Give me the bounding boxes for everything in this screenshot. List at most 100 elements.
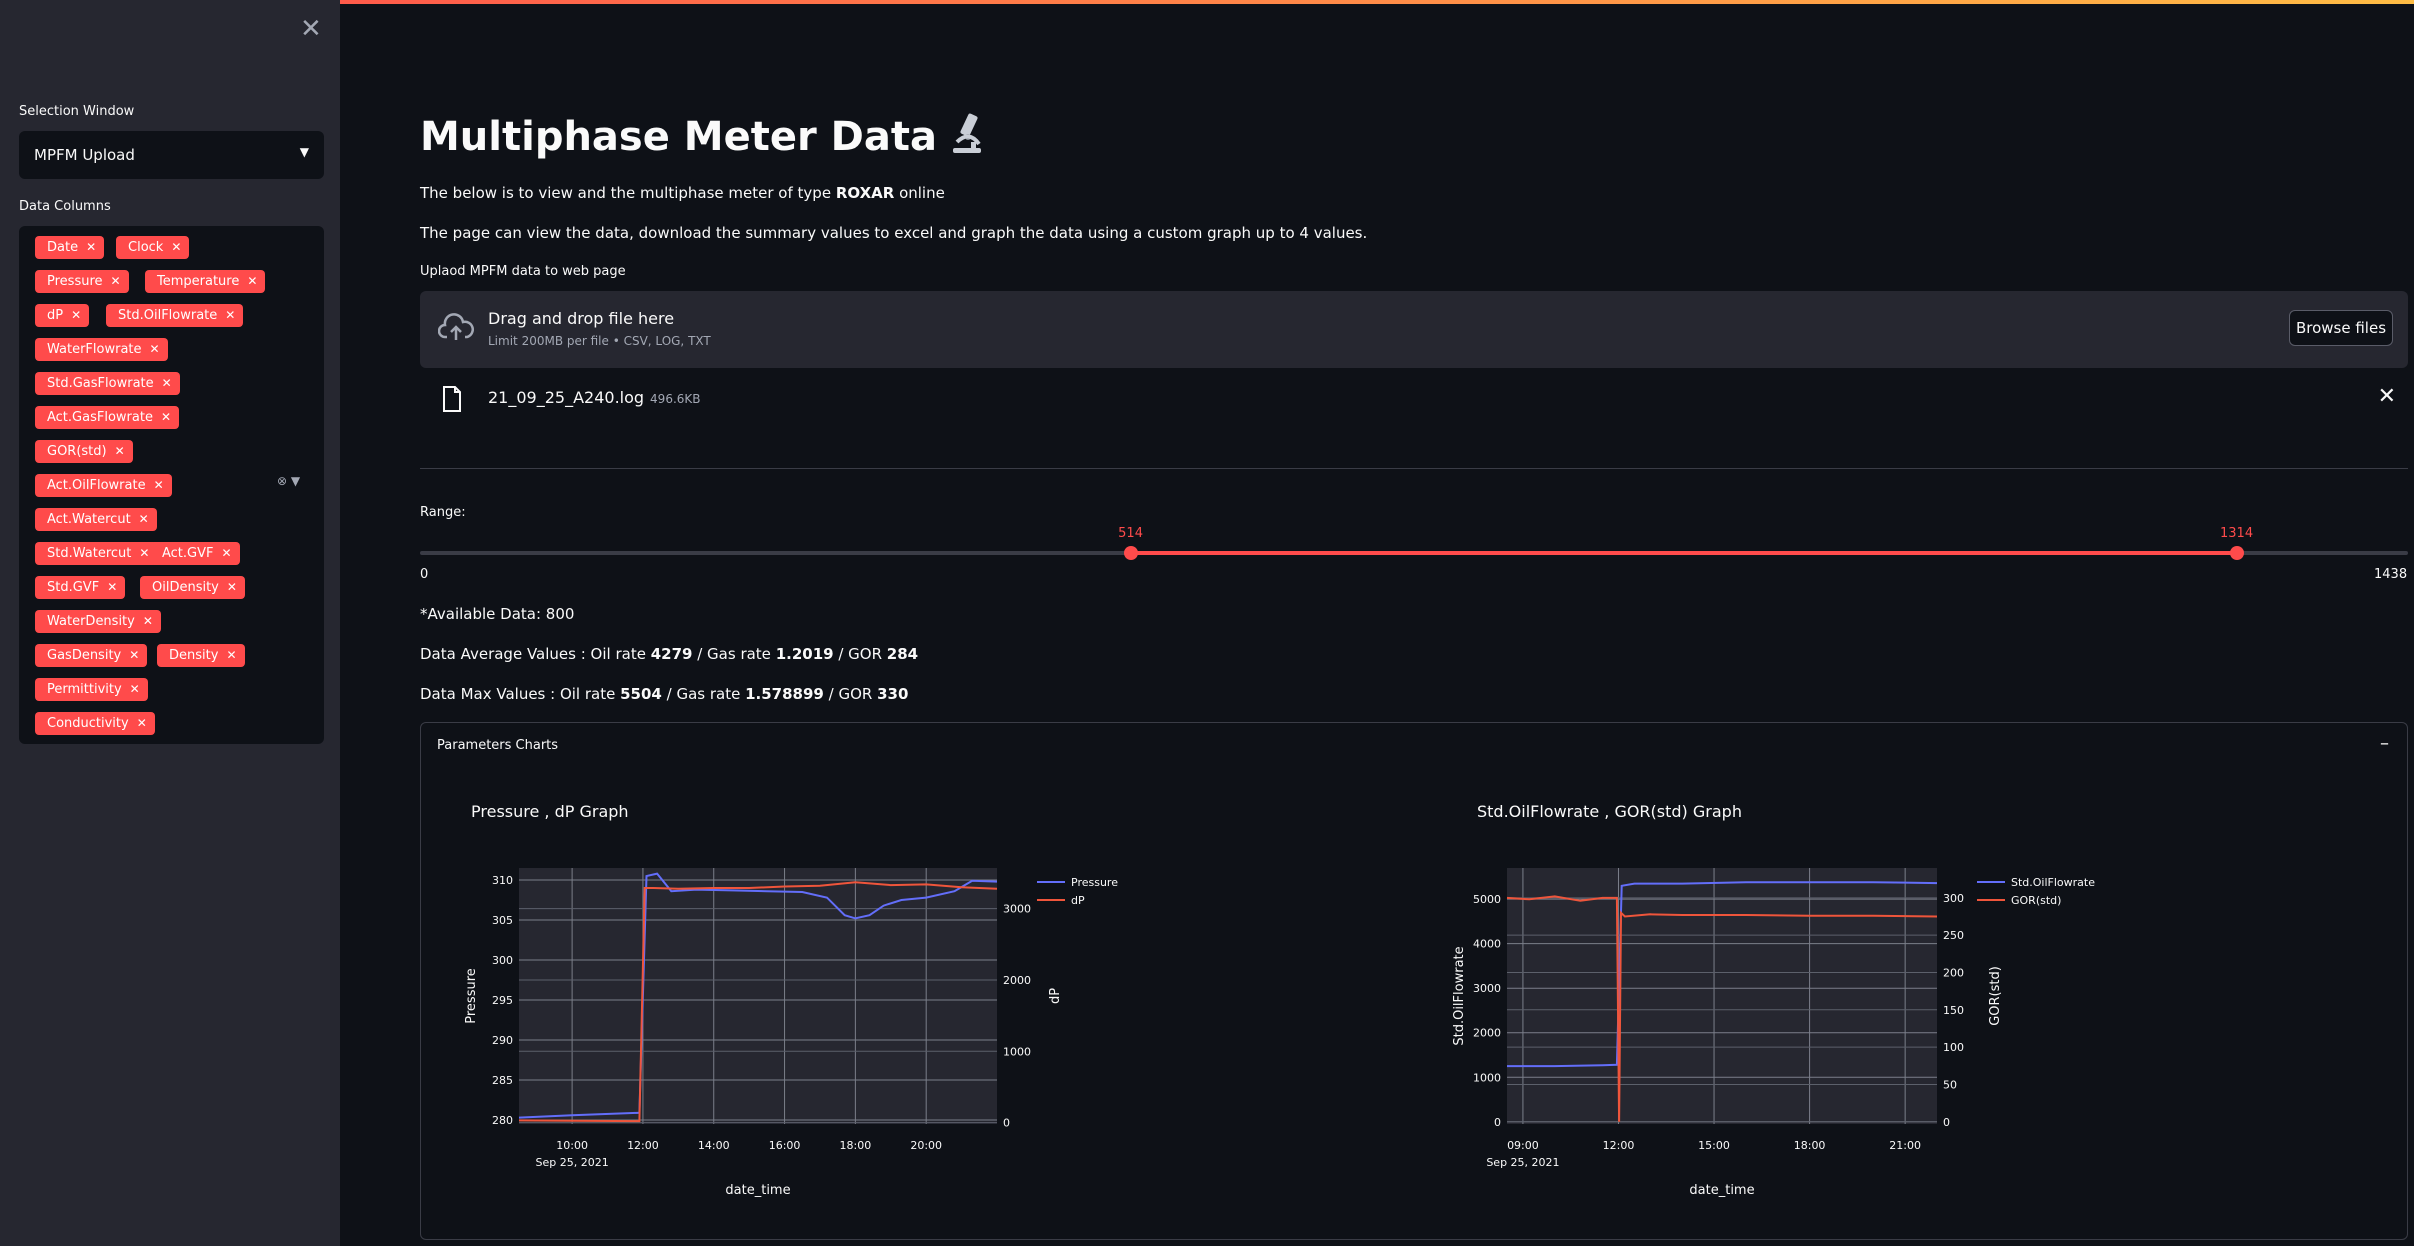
column-tag: Std.OilFlowrate ✕: [106, 304, 244, 327]
y-right-tick-label: 150: [1943, 1004, 1964, 1017]
remove-tag-icon[interactable]: ✕: [130, 682, 140, 696]
divider: [420, 468, 2408, 469]
remove-tag-icon[interactable]: ✕: [171, 240, 181, 254]
x-tick-label: 15:00: [1698, 1139, 1730, 1152]
column-tag: Permittivity ✕: [35, 678, 148, 701]
column-tag-label: OilDensity: [152, 580, 219, 595]
remove-tag-icon[interactable]: ✕: [226, 648, 236, 662]
column-tag: OilDensity ✕: [140, 576, 245, 599]
column-tag: dP ✕: [35, 304, 90, 327]
remove-tag-icon[interactable]: ✕: [154, 478, 164, 492]
file-icon: [442, 386, 462, 416]
cloud-upload-icon: [437, 313, 474, 347]
sidebar: ✕ Selection Window MPFM Upload ▼ Data Co…: [0, 0, 340, 1246]
remove-tag-icon[interactable]: ✕: [139, 546, 149, 560]
column-tag: GasDensity ✕: [35, 644, 148, 667]
column-tag-label: Std.OilFlowrate: [118, 308, 218, 323]
y-left-tick-label: 5000: [1473, 893, 1501, 906]
upload-label: Uplaod MPFM data to web page: [420, 264, 626, 279]
page-title: Multiphase Meter Data: [420, 112, 987, 166]
column-tag: Std.GasFlowrate ✕: [35, 372, 180, 395]
column-tag: Act.OilFlowrate ✕: [35, 474, 172, 497]
selection-window-value: MPFM Upload: [34, 146, 135, 164]
pressure-dp-chart: Pressure , dP Graph 10:00 12:00 14:00 16:00 1…: [464, 802, 1118, 1198]
x-tick-label: 20:00: [910, 1139, 942, 1152]
selection-window-select[interactable]: MPFM Upload ▼: [19, 131, 324, 179]
chart-title: Std.OilFlowrate , GOR(std) Graph: [1477, 802, 1742, 821]
column-tag: Conductivity ✕: [35, 712, 155, 735]
selection-window-label: Selection Window: [19, 104, 135, 119]
range-slider-high-handle[interactable]: [2229, 546, 2244, 560]
x-tick-label: 10:00: [556, 1139, 588, 1152]
legend-label: dP: [1071, 894, 1085, 907]
remove-tag-icon[interactable]: ✕: [150, 342, 160, 356]
average-values-text: Data Average Values : Oil rate 4279 / Ga…: [420, 645, 919, 663]
remove-tag-icon[interactable]: ✕: [86, 240, 96, 254]
column-tag-label: WaterDensity: [47, 614, 135, 629]
x-tick-label: 18:00: [1794, 1139, 1826, 1152]
column-tag: Pressure ✕: [35, 270, 129, 293]
remove-tag-icon[interactable]: ✕: [71, 308, 81, 322]
legend-label: Pressure: [1071, 876, 1118, 889]
file-dropzone[interactable]: Drag and drop file here Limit 200MB per …: [420, 291, 2408, 368]
column-tag: Act.Watercut ✕: [35, 508, 157, 531]
remove-tag-icon[interactable]: ✕: [137, 716, 147, 730]
remove-tag-icon[interactable]: ✕: [107, 580, 117, 594]
y-right-tick-label: 1000: [1003, 1045, 1031, 1058]
y-right-tick-label: 300: [1943, 892, 1964, 905]
top-progress-line: [0, 0, 2414, 4]
remove-tag-icon[interactable]: ✕: [162, 376, 172, 390]
y-left-tick-label: 285: [492, 1074, 513, 1087]
remove-tag-icon[interactable]: ✕: [225, 308, 235, 322]
x-date-label: Sep 25, 2021: [536, 1156, 609, 1169]
browse-files-button[interactable]: Browse files: [2289, 310, 2393, 346]
column-tag-label: Act.Watercut: [47, 512, 131, 527]
y-left-tick-label: 305: [492, 914, 513, 927]
x-tick-label: 12:00: [627, 1139, 659, 1152]
column-tag-label: Date: [47, 240, 79, 255]
x-axis-label: date_time: [1689, 1183, 1754, 1198]
y-right-tick-label: 250: [1943, 929, 1964, 942]
column-tag: Density ✕: [157, 644, 245, 667]
chevron-down-icon: ▼: [299, 145, 309, 159]
y-left-tick-label: 0: [1494, 1116, 1501, 1129]
column-tag-label: Permittivity: [47, 682, 122, 697]
remove-tag-icon[interactable]: ✕: [247, 274, 257, 288]
x-tick-label: 12:00: [1603, 1139, 1635, 1152]
data-columns-multiselect[interactable]: ⊗ ▼ Date ✕ Clock ✕ Pressure ✕ Temperature ✕ dP ✕ S…: [19, 226, 324, 744]
y-left-tick-label: 4000: [1473, 938, 1501, 951]
file-size: 496.6KB: [650, 392, 701, 406]
dropzone-limit: Limit 200MB per file • CSV, LOG, TXT: [488, 334, 711, 348]
x-axis-label: date_time: [725, 1183, 790, 1198]
column-tag-label: Act.GVF: [162, 546, 214, 561]
range-slider[interactable]: [420, 546, 2408, 560]
y-right-tick-label: 200: [1943, 966, 1964, 979]
remove-tag-icon[interactable]: ✕: [143, 614, 153, 628]
x-tick-label: 21:00: [1889, 1139, 1921, 1152]
remove-tag-icon[interactable]: ✕: [129, 648, 139, 662]
remove-tag-icon[interactable]: ✕: [115, 444, 125, 458]
column-tag-label: Pressure: [47, 274, 103, 289]
column-tag-label: Act.OilFlowrate: [47, 478, 146, 493]
clear-and-expand-icon[interactable]: ⊗ ▼: [277, 474, 300, 488]
column-tag-label: Temperature: [157, 274, 240, 289]
file-name: 21_09_25_A240.log 496.6KB: [488, 388, 701, 407]
range-slider-low-handle[interactable]: [1123, 546, 1138, 560]
y-left-tick-label: 1000: [1473, 1071, 1501, 1084]
column-tag-label: WaterFlowrate: [47, 342, 142, 357]
remove-file-icon[interactable]: ✕: [2378, 384, 2396, 409]
remove-tag-icon[interactable]: ✕: [111, 274, 121, 288]
remove-tag-icon[interactable]: ✕: [139, 512, 149, 526]
y-right-tick-label: 0: [1003, 1117, 1010, 1130]
y-left-tick-label: 2000: [1473, 1027, 1501, 1040]
remove-tag-icon[interactable]: ✕: [222, 546, 232, 560]
column-tag-label: Std.Watercut: [47, 546, 132, 561]
remove-tag-icon[interactable]: ✕: [227, 580, 237, 594]
close-icon[interactable]: ✕: [300, 16, 322, 42]
remove-tag-icon[interactable]: ✕: [161, 410, 171, 424]
y-right-axis-label: GOR(std): [1988, 966, 2003, 1026]
parameters-charts-expander: Parameters Charts – Pressure , dP Graph 1…: [420, 722, 2408, 1240]
column-tag: Temperature ✕: [145, 270, 266, 293]
microscope-icon: [949, 112, 987, 166]
y-left-axis-label: Pressure: [464, 968, 479, 1024]
